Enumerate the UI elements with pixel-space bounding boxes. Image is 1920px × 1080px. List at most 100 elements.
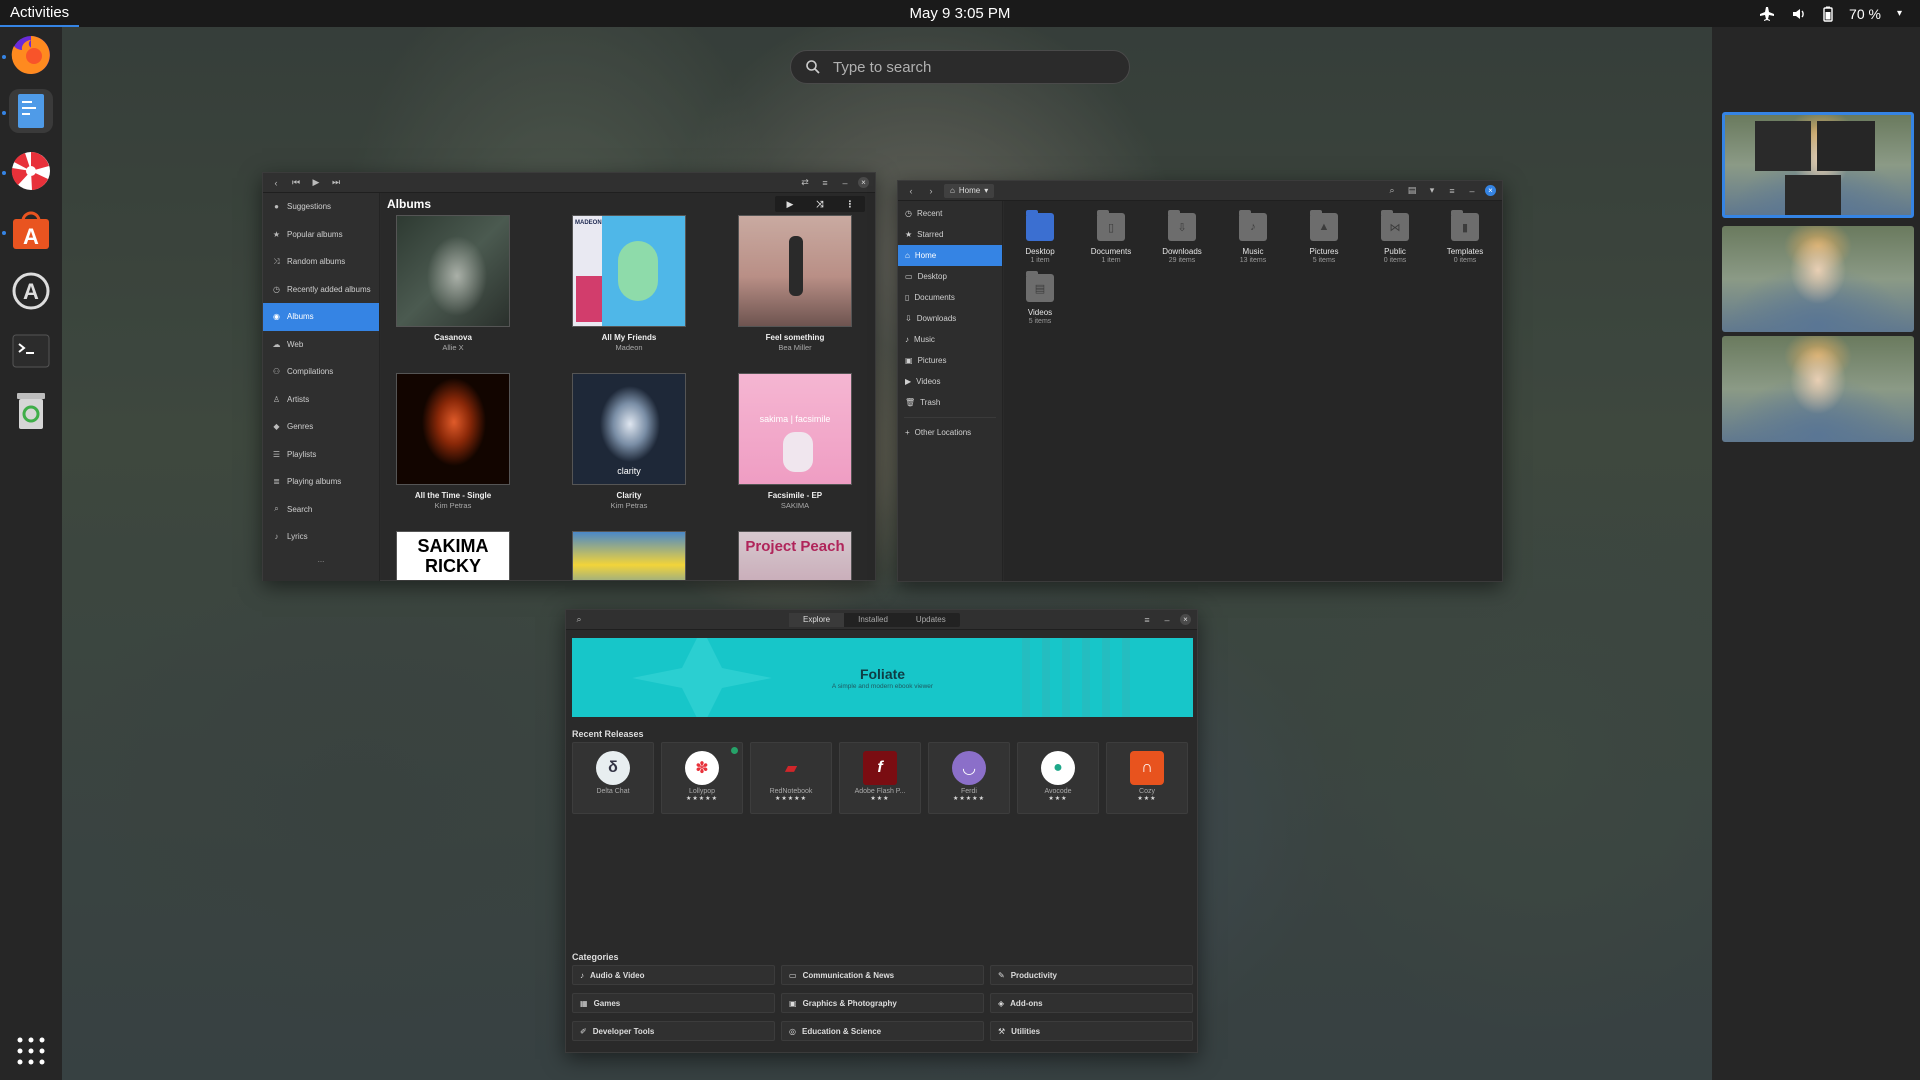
album-card[interactable]: sakima | facsimile Facsimile - EP SAKIMA	[738, 373, 852, 510]
sidebar-item-playlists[interactable]: ☰ Playlists	[263, 441, 379, 469]
workspace-thumbnail-3[interactable]	[1722, 336, 1914, 442]
workspace-thumbnail-2[interactable]	[1722, 226, 1914, 332]
tab-updates[interactable]: Updates	[902, 613, 960, 627]
album-card[interactable]: All the Time - Single Kim Petras	[396, 373, 510, 510]
close-icon[interactable]: ×	[1180, 614, 1191, 625]
album-card[interactable]: MADEON All My Friends Madeon	[572, 215, 686, 352]
category-education-science[interactable]: ◎ Education & Science	[781, 1021, 984, 1041]
clock[interactable]: May 9 3:05 PM	[910, 5, 1011, 22]
play-icon[interactable]: ▶	[309, 176, 323, 190]
category-add-ons[interactable]: ◈ Add-ons	[990, 993, 1193, 1013]
sidebar-item-playing-albums[interactable]: ≣ Playing albums	[263, 468, 379, 496]
album-card[interactable]: Casanova Allie X	[396, 215, 510, 352]
trash-icon[interactable]	[9, 389, 53, 433]
show-applications-icon[interactable]	[9, 1029, 53, 1073]
shuffle-icon[interactable]: ⤨	[805, 196, 835, 212]
sidebar-item-popular-albums[interactable]: ★ Popular albums	[263, 221, 379, 249]
folder-item[interactable]: ⇩ Downloads 29 items	[1152, 210, 1212, 264]
sidebar-item-other-locations[interactable]: + Other Locations	[898, 422, 1002, 443]
overview-search[interactable]	[790, 50, 1130, 84]
tab-installed[interactable]: Installed	[844, 613, 902, 627]
folder-item[interactable]: ▤ Videos 5 items	[1010, 271, 1070, 325]
forward-icon[interactable]: ›	[924, 184, 938, 198]
folder-item[interactable]: Desktop 1 item	[1010, 210, 1070, 264]
back-icon[interactable]: ‹	[269, 176, 283, 190]
sidebar-item-downloads[interactable]: ⇩ Downloads	[898, 308, 1002, 329]
software-window[interactable]: ⌕ ≡ – × Explore Installed Updates Foliat…	[565, 609, 1198, 1053]
next-track-icon[interactable]: ⏭	[329, 176, 343, 190]
menu-icon[interactable]: ≡	[1140, 613, 1154, 627]
app-tile[interactable]: f Adobe Flash P... ★★★	[839, 742, 921, 814]
play-all-icon[interactable]: ▶	[775, 196, 805, 212]
sidebar-item-compilations[interactable]: ⚇ Compilations	[263, 358, 379, 386]
sidebar-item-artists[interactable]: ♙ Artists	[263, 386, 379, 414]
sidebar-item-albums[interactable]: ◉ Albums	[263, 303, 379, 331]
sidebar-item-trash[interactable]: 🗑 Trash	[898, 392, 1002, 413]
category-productivity[interactable]: ✎ Productivity	[990, 965, 1193, 985]
menu-icon[interactable]: ≡	[818, 176, 832, 190]
path-bar-home[interactable]: ⌂ Home ▾	[944, 183, 995, 198]
sidebar-item-desktop[interactable]: ▭ Desktop	[898, 266, 1002, 287]
folder-item[interactable]: ▮ Templates 0 items	[1435, 210, 1495, 264]
sidebar-item-pictures[interactable]: ▣ Pictures	[898, 350, 1002, 371]
sidebar-item-starred[interactable]: ★ Starred	[898, 224, 1002, 245]
search-icon[interactable]: ⌕	[1385, 184, 1399, 198]
sidebar-item-lyrics[interactable]: ♪ Lyrics	[263, 523, 379, 551]
category-audio-video[interactable]: ♪ Audio & Video	[572, 965, 775, 985]
sidebar-item-home[interactable]: ⌂ Home	[898, 245, 1002, 266]
system-tray[interactable]: 70 % ▾	[1759, 0, 1902, 27]
search-input[interactable]	[833, 58, 1103, 76]
search-icon[interactable]: ⌕	[572, 613, 586, 627]
menu-icon[interactable]: ≡	[1445, 184, 1459, 198]
minimize-icon[interactable]: –	[1465, 184, 1479, 198]
folder-item[interactable]: ♪ Music 13 items	[1223, 210, 1283, 264]
sidebar-item-search[interactable]: ⌕ Search	[263, 496, 379, 524]
text-editor-icon[interactable]	[9, 89, 53, 133]
album-card[interactable]: Feel something Bea Miller	[738, 215, 852, 352]
tab-explore[interactable]: Explore	[789, 613, 845, 627]
category-graphics-photography[interactable]: ▣ Graphics & Photography	[781, 993, 984, 1013]
more-options-icon[interactable]: ⋮	[835, 196, 865, 212]
terminal-icon[interactable]	[9, 329, 53, 373]
files-window[interactable]: ‹ › ⌂ Home ▾ ⌕ ▤ ▾ ≡ – × ◷ Recent ★ Starre…	[897, 180, 1503, 582]
sidebar-item-genres[interactable]: ◆ Genres	[263, 413, 379, 441]
software-updater-icon[interactable]: A	[9, 269, 53, 313]
sidebar-item-recently-added[interactable]: ◷ Recently added albums	[263, 276, 379, 304]
featured-banner[interactable]: Foliate A simple and modern ebook viewer	[572, 638, 1193, 717]
app-tile[interactable]: ◡ Ferdi ★★★★★	[928, 742, 1010, 814]
category-utilities[interactable]: ⚒ Utilities	[990, 1021, 1193, 1041]
back-icon[interactable]: ‹	[904, 184, 918, 198]
app-tile[interactable]: ▰ RedNotebook ★★★★★	[750, 742, 832, 814]
album-card[interactable]: Project Peach	[738, 531, 852, 580]
sidebar-item-web[interactable]: ☁ Web	[263, 331, 379, 359]
sidebar-item-suggestions[interactable]: ● Suggestions	[263, 193, 379, 221]
folder-item[interactable]: ▯ Documents 1 item	[1081, 210, 1141, 264]
close-icon[interactable]: ×	[1485, 185, 1496, 196]
sidebar-item-documents[interactable]: ▯ Documents	[898, 287, 1002, 308]
close-icon[interactable]: ×	[858, 177, 869, 188]
album-card[interactable]: clarity Clarity Kim Petras	[572, 373, 686, 510]
sidebar-item-videos[interactable]: ▶ Videos	[898, 371, 1002, 392]
workspace-thumbnail-1[interactable]	[1722, 112, 1914, 218]
sidebar-item-music[interactable]: ♪ Music	[898, 329, 1002, 350]
view-options-icon[interactable]: ▤	[1405, 184, 1419, 198]
lollypop-icon[interactable]	[9, 149, 53, 193]
software-center-icon[interactable]: A	[9, 209, 53, 253]
app-tile[interactable]: ● Avocode ★★★	[1017, 742, 1099, 814]
folder-item[interactable]: ▲ Pictures 5 items	[1294, 210, 1354, 264]
album-card[interactable]	[572, 531, 686, 580]
playback-options-icon[interactable]: ⇄	[798, 176, 812, 190]
activities-button[interactable]: Activities	[0, 0, 80, 27]
minimize-icon[interactable]: –	[1160, 613, 1174, 627]
app-tile[interactable]: ∩ Cozy ★★★	[1106, 742, 1188, 814]
folder-item[interactable]: ⋈ Public 0 items	[1365, 210, 1425, 264]
chevron-down-icon[interactable]: ▾	[1425, 184, 1439, 198]
minimize-icon[interactable]: –	[838, 176, 852, 190]
sidebar-item-random-albums[interactable]: ⤨ Random albums	[263, 248, 379, 276]
sidebar-item-recent[interactable]: ◷ Recent	[898, 203, 1002, 224]
app-tile[interactable]: ✽ Lollypop ★★★★★	[661, 742, 743, 814]
category-developer-tools[interactable]: ✐ Developer Tools	[572, 1021, 775, 1041]
app-tile[interactable]: δ Delta Chat	[572, 742, 654, 814]
album-card[interactable]: SAKIMA RICKY	[396, 531, 510, 580]
category-games[interactable]: ▦ Games	[572, 993, 775, 1013]
